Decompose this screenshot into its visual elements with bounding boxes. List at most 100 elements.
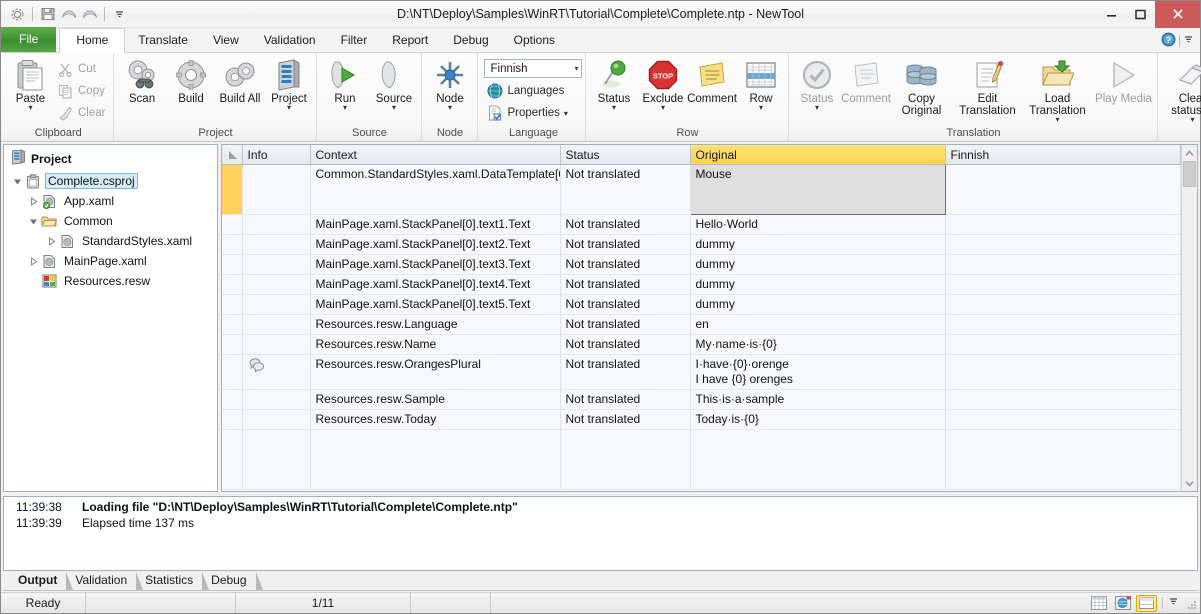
languages-button[interactable]: Languages xyxy=(484,80,569,102)
table-row[interactable]: MainPage.xaml.StackPanel[0].text1.Text N… xyxy=(222,214,1181,235)
row-original[interactable]: dummy xyxy=(690,294,946,315)
ribbon-options-icon[interactable] xyxy=(1183,34,1194,48)
row-original[interactable]: en xyxy=(690,314,946,335)
row-button[interactable]: Row ▾ xyxy=(736,56,785,112)
table-row[interactable]: MainPage.xaml.StackPanel[0].text4.Text N… xyxy=(222,274,1181,295)
paste-caret-icon[interactable]: ▾ xyxy=(28,104,32,112)
table-row[interactable]: Resources.resw.Language Not translated e… xyxy=(222,314,1181,335)
grid-vertical-scrollbar[interactable] xyxy=(1181,145,1197,491)
redo-icon[interactable] xyxy=(80,5,99,24)
table-row[interactable]: Resources.resw.Name Not translated My·na… xyxy=(222,334,1181,355)
node-button[interactable]: Node ▾ xyxy=(425,56,474,112)
app-menu-icon[interactable] xyxy=(8,5,27,24)
save-icon[interactable] xyxy=(38,5,57,24)
row-original[interactable]: My·name·is·{0} xyxy=(690,334,946,355)
table-row[interactable]: Common.StandardStyles.xaml.DataTemplate[… xyxy=(222,164,1181,215)
grid-column-original[interactable]: Original xyxy=(690,145,946,165)
table-row[interactable]: MainPage.xaml.StackPanel[0].text5.Text N… xyxy=(222,294,1181,315)
comment-button[interactable]: Comment xyxy=(687,56,737,105)
row-selector[interactable] xyxy=(222,164,243,215)
row-original[interactable]: I·have·{0}·orenge I have {0} orenges xyxy=(690,354,946,390)
tab-view[interactable]: View xyxy=(201,28,251,52)
row-translation[interactable] xyxy=(945,234,1181,255)
tab-output-statistics[interactable]: Statistics xyxy=(136,572,210,590)
run-caret-icon[interactable]: ▾ xyxy=(343,104,347,112)
scroll-thumb[interactable] xyxy=(1183,161,1196,187)
customize-qat-icon[interactable] xyxy=(110,5,129,24)
exclude-caret-icon[interactable]: ▾ xyxy=(661,104,665,112)
tab-output[interactable]: Output xyxy=(9,572,74,590)
grid-view-button[interactable] xyxy=(1088,595,1109,612)
table-row[interactable]: Resources.resw.Sample Not translated Thi… xyxy=(222,389,1181,410)
row-original[interactable]: Mouse xyxy=(689,164,946,215)
load-translation-caret-icon[interactable]: ▾ xyxy=(1055,116,1059,124)
expander-expanded-icon[interactable] xyxy=(10,177,24,186)
tab-file[interactable]: File xyxy=(1,27,57,52)
row-selector[interactable] xyxy=(222,409,243,430)
grid-select-all-header[interactable] xyxy=(222,145,243,165)
scan-button[interactable]: Scan xyxy=(117,56,166,105)
clear-statuses-caret-icon[interactable]: ▾ xyxy=(1190,116,1194,124)
tab-output-debug[interactable]: Debug xyxy=(202,572,263,590)
row-translation[interactable] xyxy=(945,164,1181,215)
expander-collapsed-icon[interactable] xyxy=(26,256,40,266)
tree-node-common[interactable]: Common xyxy=(4,211,217,231)
row-original[interactable]: dummy xyxy=(690,274,946,295)
table-row[interactable]: MainPage.xaml.StackPanel[0].text3.Text N… xyxy=(222,254,1181,275)
scroll-up-button[interactable] xyxy=(1182,145,1197,161)
tab-filter[interactable]: Filter xyxy=(329,28,380,52)
table-row[interactable]: Resources.resw.OrangesPlural Not transla… xyxy=(222,354,1181,390)
exclude-button[interactable]: STOP Exclude ▾ xyxy=(638,56,687,112)
tree-node-resources-resw[interactable]: Resources.resw xyxy=(4,271,217,291)
tab-validation[interactable]: Validation xyxy=(252,28,328,52)
node-caret-icon[interactable]: ▾ xyxy=(448,104,452,112)
help-icon[interactable]: ? xyxy=(1161,32,1176,50)
properties-caret-icon[interactable]: ▾ xyxy=(564,109,568,118)
table-row[interactable]: MainPage.xaml.StackPanel[0].text2.Text N… xyxy=(222,234,1181,255)
clear-statuses-button[interactable]: Clear statuses ▾ xyxy=(1161,56,1201,124)
copy-button[interactable]: Copy xyxy=(55,80,110,102)
view-options-icon[interactable] xyxy=(1168,596,1179,610)
form-view-button[interactable] xyxy=(1136,594,1157,612)
comment-bubbles-icon[interactable] xyxy=(248,358,265,375)
tree-node-mainpage-xaml[interactable]: MainPage.xaml xyxy=(4,251,217,271)
grid-column-context[interactable]: Context xyxy=(310,145,561,165)
play-media-button[interactable]: Play Media xyxy=(1092,56,1154,105)
row-original[interactable]: This·is·a·sample xyxy=(690,389,946,410)
tree-node-standardstyles-xaml[interactable]: StandardStyles.xaml xyxy=(4,231,217,251)
row-original[interactable]: Today·is·{0} xyxy=(690,409,946,430)
tab-options[interactable]: Options xyxy=(502,28,567,52)
row-selector[interactable] xyxy=(222,334,243,355)
row-caret-icon[interactable]: ▾ xyxy=(759,104,763,112)
project-button[interactable]: Project ▾ xyxy=(264,56,313,112)
build-all-button[interactable]: Build All xyxy=(215,56,264,105)
close-button[interactable] xyxy=(1155,0,1200,28)
edit-translation-button[interactable]: Edit Translation xyxy=(952,56,1022,117)
row-status-caret-icon[interactable]: ▾ xyxy=(612,104,616,112)
row-selector[interactable] xyxy=(222,354,243,390)
row-translation[interactable] xyxy=(945,389,1181,410)
source-caret-icon[interactable]: ▾ xyxy=(392,104,396,112)
grid-column-info[interactable]: Info xyxy=(242,145,311,165)
copy-original-button[interactable]: Copy Original xyxy=(890,56,952,117)
row-translation[interactable] xyxy=(945,274,1181,295)
minimize-button[interactable] xyxy=(1097,1,1126,28)
row-selector[interactable] xyxy=(222,254,243,275)
translation-status-caret-icon[interactable]: ▾ xyxy=(815,104,819,112)
row-original[interactable]: dummy xyxy=(690,254,946,275)
source-button[interactable]: Source ▾ xyxy=(369,56,418,112)
build-button[interactable]: Build xyxy=(166,56,215,105)
properties-button[interactable]: Properties ▾ xyxy=(484,102,572,124)
tab-home[interactable]: Home xyxy=(59,28,126,53)
table-row[interactable]: Resources.resw.Today Not translated Toda… xyxy=(222,409,1181,430)
translation-status-button[interactable]: Status ▾ xyxy=(792,56,841,112)
row-status-button[interactable]: Status ▾ xyxy=(589,56,638,112)
scroll-track[interactable] xyxy=(1182,187,1197,475)
paste-button[interactable]: Paste ▾ xyxy=(6,56,55,112)
row-translation[interactable] xyxy=(945,409,1181,430)
row-original[interactable]: Hello·World xyxy=(690,214,946,235)
run-button[interactable]: Run ▾ xyxy=(320,56,369,112)
load-translation-button[interactable]: Load Translation ▾ xyxy=(1022,56,1092,124)
grid-column-status[interactable]: Status xyxy=(560,145,691,165)
undo-icon[interactable] xyxy=(59,5,78,24)
